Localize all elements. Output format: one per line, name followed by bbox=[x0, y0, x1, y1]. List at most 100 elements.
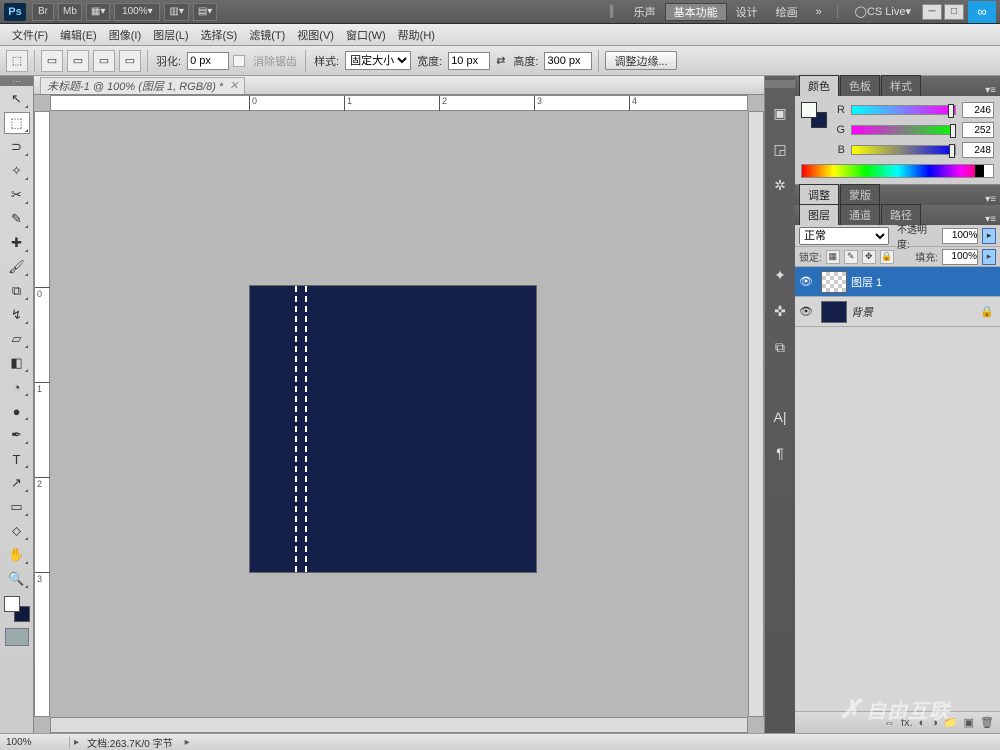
marquee-tool[interactable]: ⬚ bbox=[4, 112, 30, 134]
height-input[interactable] bbox=[544, 52, 592, 70]
g-slider[interactable] bbox=[851, 125, 956, 135]
menu-layer[interactable]: 图层(L) bbox=[147, 25, 194, 45]
shape-tool[interactable]: ▭ bbox=[4, 496, 30, 518]
crop-tool[interactable]: ✂ bbox=[4, 184, 30, 206]
eraser-tool[interactable]: ▱ bbox=[4, 328, 30, 350]
blend-select[interactable]: 正常 bbox=[799, 227, 889, 245]
adj-icon[interactable]: ◑ bbox=[931, 717, 938, 729]
link-icon[interactable]: ⇔ bbox=[884, 717, 895, 729]
canvas[interactable] bbox=[250, 286, 536, 572]
gradient-tool[interactable]: ◧ bbox=[4, 352, 30, 374]
panel-menu-icon[interactable]: ▾≡ bbox=[981, 85, 1000, 96]
tab-color[interactable]: 颜色 bbox=[799, 75, 839, 96]
r-slider[interactable] bbox=[851, 105, 956, 115]
ws-3[interactable]: 设计 bbox=[727, 3, 767, 21]
cloud-btn[interactable]: ∞ bbox=[968, 1, 996, 23]
tab-layers[interactable]: 图层 bbox=[799, 204, 839, 225]
lock-paint-icon[interactable]: ✎ bbox=[844, 250, 858, 264]
group-icon[interactable]: 📁 bbox=[944, 716, 958, 729]
sel-sub-icon[interactable]: ▭ bbox=[93, 50, 115, 72]
cslive-btn[interactable]: ◯ CS Live ▾ bbox=[846, 3, 920, 21]
brush-icon[interactable]: ✜ bbox=[769, 300, 791, 322]
panel-swatch[interactable] bbox=[801, 102, 827, 128]
extras-btn[interactable]: ▤▾ bbox=[193, 3, 217, 21]
fx-icon[interactable]: fx. bbox=[901, 717, 913, 729]
panel-menu-icon[interactable]: ▾≡ bbox=[981, 214, 1000, 225]
history-tool[interactable]: ↯ bbox=[4, 304, 30, 326]
min-btn[interactable]: ─ bbox=[922, 4, 942, 20]
bridge-btn[interactable]: Br bbox=[32, 3, 54, 21]
sel-add-icon[interactable]: ▭ bbox=[67, 50, 89, 72]
status-zoom[interactable]: 100% bbox=[0, 737, 70, 748]
layer-row[interactable]: 👁 背景 🔒 bbox=[795, 297, 1000, 327]
visibility-icon[interactable]: 👁 bbox=[795, 305, 817, 318]
menu-file[interactable]: 文件(F) bbox=[6, 25, 54, 45]
scroll-v[interactable] bbox=[748, 111, 764, 717]
menu-image[interactable]: 图像(I) bbox=[103, 25, 147, 45]
wand-tool[interactable]: ✧ bbox=[4, 160, 30, 182]
opacity-input[interactable] bbox=[942, 228, 978, 244]
menu-edit[interactable]: 编辑(E) bbox=[54, 25, 103, 45]
char-icon[interactable]: ✦ bbox=[769, 264, 791, 286]
arrange-btn[interactable]: ▥▾ bbox=[164, 3, 188, 21]
menu-window[interactable]: 窗口(W) bbox=[340, 25, 392, 45]
tab-swatches[interactable]: 色板 bbox=[840, 75, 880, 96]
panel-handle[interactable]: ⋯ bbox=[0, 76, 33, 86]
status-arrow-icon[interactable]: ▸ bbox=[185, 737, 190, 748]
menu-help[interactable]: 帮助(H) bbox=[392, 25, 441, 45]
layer-name[interactable]: 图层 1 bbox=[851, 274, 882, 290]
menu-select[interactable]: 选择(S) bbox=[195, 25, 244, 45]
g-input[interactable] bbox=[962, 122, 994, 138]
visibility-icon[interactable]: 👁 bbox=[795, 275, 817, 288]
eyedrop-tool[interactable]: ✎ bbox=[4, 208, 30, 230]
fill-arrow[interactable]: ▸ bbox=[982, 249, 996, 265]
opacity-arrow[interactable]: ▸ bbox=[982, 228, 996, 244]
zoom-btn[interactable]: 100% ▾ bbox=[114, 3, 160, 21]
ws-more[interactable]: » bbox=[807, 3, 831, 21]
tab-channels[interactable]: 通道 bbox=[840, 204, 880, 225]
status-docinfo[interactable]: 文档:263.7K/0 字节 bbox=[79, 735, 181, 750]
layer-name[interactable]: 背景 bbox=[851, 304, 873, 320]
dock-handle[interactable] bbox=[765, 80, 795, 88]
close-icon[interactable]: ✕ bbox=[229, 79, 238, 92]
mb-btn[interactable]: Mb bbox=[58, 3, 82, 21]
lock-trans-icon[interactable]: ▦ bbox=[826, 250, 840, 264]
3d-tool[interactable]: ⬦ bbox=[4, 520, 30, 542]
menu-view[interactable]: 视图(V) bbox=[291, 25, 340, 45]
ws-4[interactable]: 绘画 bbox=[767, 3, 807, 21]
para-icon[interactable]: ¶ bbox=[769, 442, 791, 464]
layer-thumb[interactable] bbox=[821, 301, 847, 323]
sel-new-icon[interactable]: ▭ bbox=[41, 50, 63, 72]
b-input[interactable] bbox=[962, 142, 994, 158]
mask-icon[interactable]: ◐ bbox=[919, 717, 926, 729]
dodge-tool[interactable]: ● bbox=[4, 400, 30, 422]
b-slider[interactable] bbox=[851, 145, 956, 155]
color-swatch[interactable] bbox=[4, 596, 30, 622]
max-btn[interactable]: □ bbox=[944, 4, 964, 20]
path-tool[interactable]: ↗ bbox=[4, 472, 30, 494]
move-tool[interactable]: ↖ bbox=[4, 88, 30, 110]
width-input[interactable] bbox=[448, 52, 490, 70]
tab-styles[interactable]: 样式 bbox=[881, 75, 921, 96]
layer-row[interactable]: 👁 图层 1 bbox=[795, 267, 1000, 297]
canvas-viewport[interactable] bbox=[50, 111, 748, 717]
scroll-h[interactable] bbox=[50, 717, 748, 733]
clone-icon[interactable]: ⧉ bbox=[769, 336, 791, 358]
quickmask-btn[interactable] bbox=[5, 628, 29, 646]
swap-icon[interactable]: ⇄ bbox=[496, 54, 505, 67]
settings-icon[interactable]: ✲ bbox=[769, 174, 791, 196]
ruler-h[interactable]: 0 1 2 3 4 bbox=[50, 95, 748, 111]
spectrum-bar[interactable] bbox=[801, 164, 994, 178]
nav-icon[interactable]: ◲ bbox=[769, 138, 791, 160]
type-tool[interactable]: T bbox=[4, 448, 30, 470]
zoom-tool[interactable]: 🔍 bbox=[4, 568, 30, 590]
panel-menu-icon[interactable]: ▾≡ bbox=[981, 194, 1000, 205]
trash-icon[interactable]: 🗑 bbox=[980, 716, 994, 729]
screenmode-btn[interactable]: ▦▾ bbox=[86, 3, 110, 21]
new-icon[interactable]: ▣ bbox=[964, 716, 974, 729]
feather-input[interactable] bbox=[187, 52, 229, 70]
refine-edge-btn[interactable]: 调整边缘... bbox=[605, 51, 676, 70]
lock-move-icon[interactable]: ✥ bbox=[862, 250, 876, 264]
sel-int-icon[interactable]: ▭ bbox=[119, 50, 141, 72]
history-icon[interactable]: ▣ bbox=[769, 102, 791, 124]
